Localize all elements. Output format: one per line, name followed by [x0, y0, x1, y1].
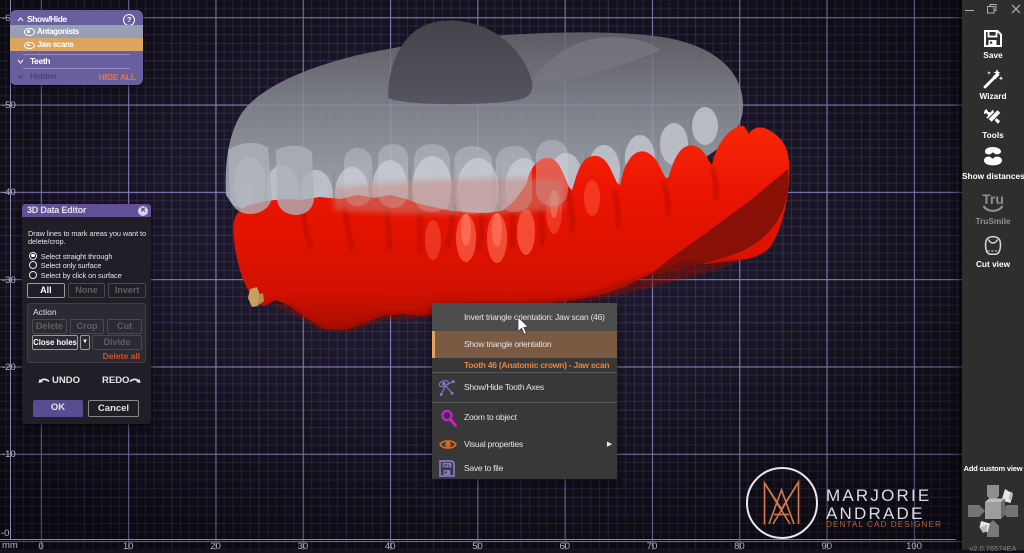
svg-text:0: 0 [38, 541, 43, 550]
svg-text:80: 80 [734, 541, 745, 550]
svg-text:70: 70 [647, 541, 658, 550]
svg-text:100: 100 [906, 541, 922, 550]
svg-text:STL: STL [443, 464, 450, 468]
svg-text:50: 50 [472, 541, 483, 550]
svg-text:30: 30 [298, 541, 309, 550]
svg-text:-0: -0 [1, 528, 9, 539]
svg-text:60: 60 [560, 541, 571, 550]
svg-text:-40: -40 [2, 187, 16, 198]
svg-text:-10: -10 [2, 449, 16, 460]
svg-text:-20: -20 [2, 362, 16, 373]
svg-text:90: 90 [821, 541, 832, 550]
svg-text:-50: -50 [2, 100, 16, 111]
svg-text:MARJORIE: MARJORIE [826, 486, 931, 505]
svg-text:10: 10 [123, 541, 134, 550]
svg-text:20: 20 [210, 541, 221, 550]
svg-text:DENTAL CAD DESIGNER: DENTAL CAD DESIGNER [826, 520, 942, 529]
svg-text:40: 40 [385, 541, 396, 550]
svg-text:mm: mm [2, 540, 18, 550]
svg-text:-30: -30 [2, 275, 16, 286]
